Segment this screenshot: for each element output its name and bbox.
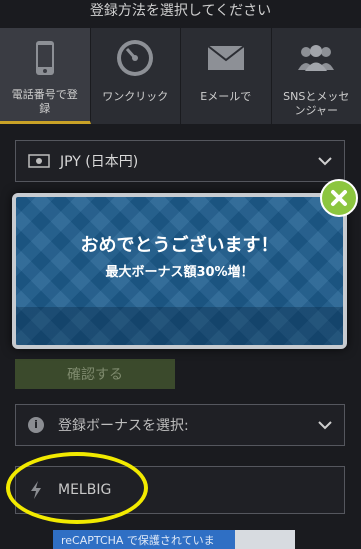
chevron-down-icon xyxy=(318,157,332,166)
recaptcha-badge[interactable]: reCAPTCHA で保護されていま xyxy=(53,530,295,549)
bonus-popup: おめでとうございます！ 最大ボーナス額30%増！ xyxy=(12,193,347,349)
confirm-button[interactable]: 確認する xyxy=(15,359,175,389)
users-icon xyxy=(294,38,338,78)
tab-email[interactable]: Eメールで xyxy=(181,28,272,124)
tab-one-click-label: ワンクリック xyxy=(102,90,169,103)
tab-one-click[interactable]: ワンクリック xyxy=(90,28,181,124)
popup-subtitle: 最大ボーナス額30%増！ xyxy=(105,265,254,280)
recaptcha-logo-icon xyxy=(235,530,295,549)
promo-code-value: MELBIG xyxy=(58,482,112,498)
tab-social-label: SNSとメッセ ンジャー xyxy=(283,90,350,117)
speedometer-icon xyxy=(113,38,157,78)
popup-title: おめでとうございます！ xyxy=(80,235,279,256)
popup-close-button[interactable] xyxy=(320,179,358,217)
bonus-label: 登録ボーナスを選択: xyxy=(58,418,189,434)
envelope-icon xyxy=(204,38,248,78)
tab-email-label: Eメールで xyxy=(200,90,252,103)
lightning-icon xyxy=(31,481,41,499)
registration-method-tabs: 電話番号で登 録 ワンクリック Eメールで SNSとメッセ ンジャー xyxy=(0,28,361,124)
info-icon: i xyxy=(28,417,44,433)
currency-select[interactable]: JPY (日本円) xyxy=(15,140,345,182)
close-icon xyxy=(331,190,347,206)
phone-icon xyxy=(23,38,67,78)
tab-social[interactable]: SNSとメッセ ンジャー xyxy=(271,28,361,124)
currency-value: JPY (日本円) xyxy=(60,154,139,170)
banknote-icon xyxy=(28,154,50,168)
promo-code-input[interactable]: MELBIG xyxy=(15,466,345,514)
tab-phone[interactable]: 電話番号で登 録 xyxy=(0,28,91,124)
page-title: 登録方法を選択してください xyxy=(89,3,272,19)
popup-band xyxy=(16,307,343,345)
recaptcha-text: reCAPTCHA で保護されていま xyxy=(61,533,215,547)
chevron-down-icon xyxy=(318,421,332,430)
bonus-select[interactable]: i 登録ボーナスを選択: xyxy=(15,404,345,446)
tab-phone-label: 電話番号で登 録 xyxy=(11,88,78,115)
